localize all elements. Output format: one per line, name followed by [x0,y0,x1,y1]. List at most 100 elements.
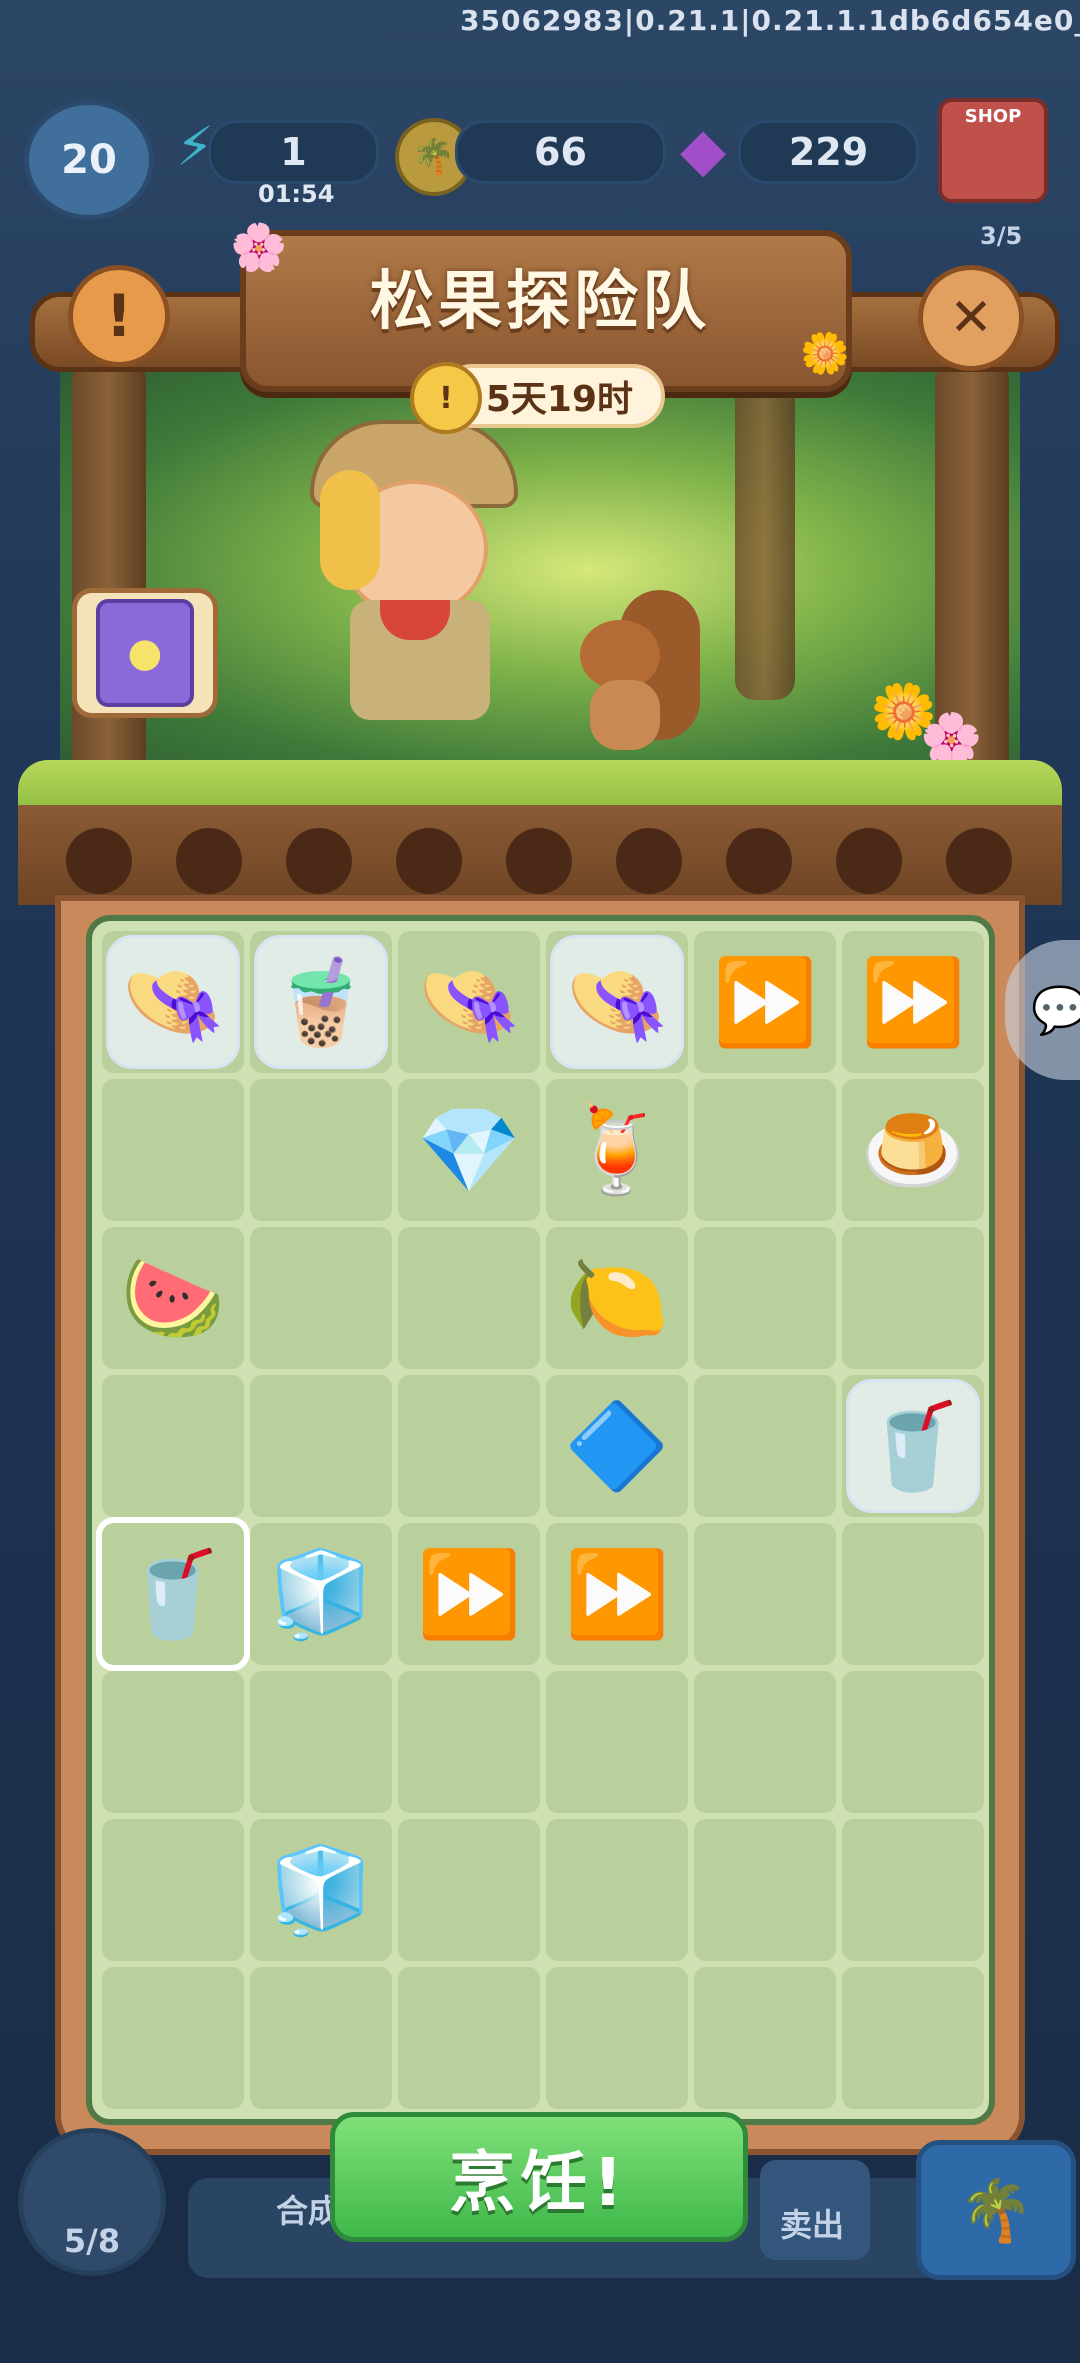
board-cell[interactable] [842,1523,984,1665]
board-item[interactable]: 🍮 [842,1079,984,1221]
board-item[interactable]: 🧊 [250,1819,392,1961]
watermelon-juice-jug-icon: 🍉 [120,1248,226,1347]
board-cell[interactable] [102,1375,244,1517]
board-cell[interactable] [694,1967,836,2109]
board-item[interactable]: 💎 [398,1079,540,1221]
blue-ice-piece-icon: 🔷 [564,1396,670,1495]
info-button[interactable]: ! [68,265,170,367]
nut-hole [836,828,902,894]
event-title: 松果探险队 [370,265,710,339]
board-item[interactable]: 🍹 [546,1079,688,1221]
board-cell[interactable] [398,1819,540,1961]
board-item[interactable]: 🔷 [546,1375,688,1517]
board-cell[interactable] [250,1227,392,1369]
fast-forward-ticket-icon: ⏩ [860,952,966,1051]
pink-gem-icon: 💎 [416,1100,522,1199]
board-item[interactable]: 🧋 [250,931,392,1073]
board-item[interactable]: ⏩ [694,931,836,1073]
iced-tea-bubble-icon: 🧋 [268,952,374,1051]
nut-hole [286,828,352,894]
board-cell[interactable] [398,1967,540,2109]
recipe-book-button[interactable]: ● [72,588,218,718]
nut-hole [66,828,132,894]
blue-ice-cubes-icon: 🧊 [268,1840,374,1939]
book-icon: ● [96,599,194,707]
squirrel-character [570,580,700,750]
board-cell[interactable] [694,1523,836,1665]
board-item[interactable]: 🥤 [96,1517,250,1671]
fast-forward-ticket-stack-icon: ⏩ [712,952,818,1051]
shop-button[interactable]: SHOP [938,98,1048,203]
island-button[interactable]: 🌴 [916,2140,1076,2280]
nut-hole [506,828,572,894]
board-item[interactable]: 👒 [398,931,540,1073]
board-cell[interactable] [546,1967,688,2109]
blue-ice-cubes-icon: 🧊 [268,1544,374,1643]
straw-hat-bubble-icon: 👒 [564,952,670,1051]
board-cell[interactable] [250,1375,392,1517]
board-item[interactable]: ⏩ [398,1523,540,1665]
nut-hole [396,828,462,894]
shop-count: 3/5 [980,222,1023,250]
board-cell[interactable] [842,1671,984,1813]
coin-counter[interactable]: 66 [455,120,666,184]
nut-hole [616,828,682,894]
board-cell[interactable] [250,1671,392,1813]
build-version: 35062983|0.21.1|0.21.1.1db6d654e0_2 [460,4,1080,37]
lemonade-glass-icon: 🍋 [564,1248,670,1347]
storage-button[interactable]: 5/8 [18,2128,166,2276]
cook-button[interactable]: 烹饪! [330,2112,748,2242]
nut-hole [946,828,1012,894]
board-cell[interactable] [694,1227,836,1369]
board-item[interactable]: 🍉 [102,1227,244,1369]
sell-button[interactable]: 卖出 [760,2160,870,2260]
gem-counter[interactable]: 229 [738,120,919,184]
board-cell[interactable] [398,1227,540,1369]
board-cell[interactable] [546,1671,688,1813]
board-cell[interactable] [250,1079,392,1221]
lightning-icon: ⚡ [176,115,214,178]
energy-timer: 01:54 [258,180,335,208]
board-cell[interactable] [694,1375,836,1517]
close-button[interactable]: ✕ [918,265,1024,371]
energy-counter[interactable]: 1 [208,120,379,184]
vine-flower-icon: 🌸 [230,220,288,274]
board-cell[interactable] [102,1671,244,1813]
merge-board: 👒 🧋 👒 👒 ⏩ ⏩ 💎 🍹 🍮 🍉 🍋 🔷 🥤 🥤 🧊 ⏩ ⏩ 🧊 [86,915,995,2125]
fast-forward-ticket-pair-icon: ⏩ [564,1544,670,1643]
straw-hat-bubble-icon: 👒 [120,952,226,1051]
flower-sun-hat-icon: 👒 [416,952,522,1051]
board-item[interactable]: ⏩ [546,1523,688,1665]
board-cell[interactable] [398,1671,540,1813]
board-cell[interactable] [842,1227,984,1369]
player-level-badge[interactable]: 20 [24,100,154,220]
board-cell[interactable] [842,1819,984,1961]
green-smoothie-icon: 🥤 [120,1544,226,1643]
board-cell[interactable] [694,1079,836,1221]
board-item[interactable]: 🍋 [546,1227,688,1369]
board-item[interactable]: 🧊 [250,1523,392,1665]
board-cell[interactable] [842,1967,984,2109]
board-cell[interactable] [102,1819,244,1961]
board-cell[interactable] [694,1819,836,1961]
board-cell[interactable] [398,1375,540,1517]
explorer-girl-character [290,400,530,760]
board-cell[interactable] [546,1819,688,1961]
fruit-punch-drink-icon: 🍹 [564,1100,670,1199]
mint-drink-bubble-icon: 🥤 [860,1396,966,1495]
board-cell[interactable] [102,1967,244,2109]
mango-pudding-icon: 🍮 [860,1100,966,1199]
board-cell[interactable] [250,1967,392,2109]
board-item[interactable]: 🥤 [842,1375,984,1517]
board-item[interactable]: 👒 [546,931,688,1073]
background-tree-trunk [735,380,795,700]
clock-icon: ! [410,362,482,434]
board-item[interactable]: 👒 [102,931,244,1073]
fast-forward-ticket-stack-icon: ⏩ [416,1544,522,1643]
board-item[interactable]: ⏩ [842,931,984,1073]
board-cell[interactable] [694,1671,836,1813]
shop-label: SHOP [964,106,1022,127]
board-cell[interactable] [102,1079,244,1221]
vine-flower-icon: 🌼 [800,331,850,377]
nut-hole [726,828,792,894]
